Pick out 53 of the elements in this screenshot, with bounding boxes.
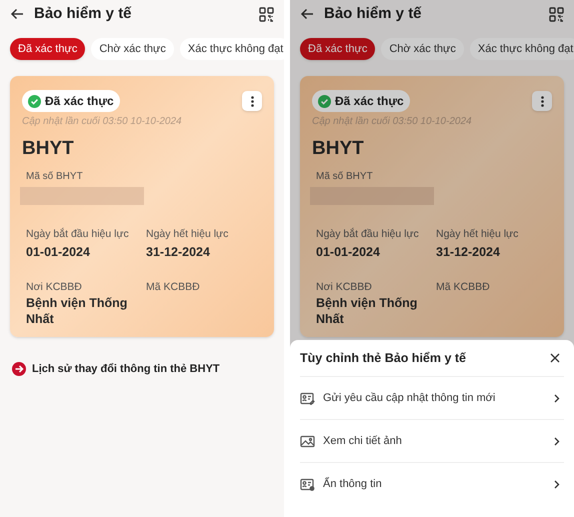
id-card-icon bbox=[300, 478, 315, 490]
field-label: Nơi KCBBĐ bbox=[316, 280, 373, 294]
back-arrow-icon[interactable] bbox=[300, 8, 314, 20]
close-icon[interactable] bbox=[550, 353, 560, 363]
field-label: Ngày bắt đầu hiệu lực bbox=[316, 227, 420, 242]
qr-code-icon[interactable] bbox=[549, 6, 564, 22]
field-label: Mã KCBBĐ bbox=[436, 280, 491, 294]
last-updated: Cập nhật lần cuối 03:50 10-10-2024 bbox=[22, 115, 183, 129]
field-value: Bệnh viện Thống Nhất bbox=[26, 295, 128, 328]
arrow-right-icon bbox=[12, 362, 26, 376]
page-title: Bảo hiểm y tế bbox=[324, 4, 422, 24]
filter-tab[interactable]: Chờ xác thực bbox=[381, 38, 464, 60]
qr-code-icon[interactable] bbox=[259, 6, 274, 22]
filter-tab[interactable]: Chờ xác thực bbox=[91, 38, 174, 60]
status-text: Đã xác thực bbox=[45, 93, 114, 110]
menu-item[interactable]: Xem chi tiết ảnh bbox=[300, 419, 564, 462]
filter-tab[interactable]: Xác thực không đạt bbox=[470, 38, 574, 60]
card-type: BHYT bbox=[22, 137, 75, 161]
more-icon bbox=[540, 96, 544, 106]
card-type: BHYT bbox=[312, 137, 365, 161]
field-label: Ngày hết hiệu lực bbox=[436, 227, 520, 242]
image-icon bbox=[300, 434, 315, 448]
history-link[interactable]: Lịch sử thay đổi thông tin thẻ BHYT bbox=[12, 361, 272, 378]
last-updated: Cập nhật lần cuối 03:50 10-10-2024 bbox=[312, 115, 473, 129]
id-card-icon bbox=[300, 392, 315, 404]
back-arrow-icon[interactable] bbox=[10, 8, 24, 20]
more-button[interactable] bbox=[242, 91, 262, 111]
field-label: Ngày bắt đầu hiệu lực bbox=[26, 227, 130, 242]
check-icon bbox=[28, 94, 41, 108]
field-value: 31-12-2024 bbox=[146, 244, 211, 261]
field-label: Mã số BHYT bbox=[26, 170, 84, 184]
status-text: Đã xác thực bbox=[335, 93, 404, 110]
field-label: Mã số BHYT bbox=[316, 170, 374, 184]
field-value: Bệnh viện Thống Nhất bbox=[316, 295, 418, 328]
field-value: 01-01-2024 bbox=[316, 244, 381, 261]
sheet-title: Tùy chỉnh thẻ Bảo hiểm y tế bbox=[300, 350, 466, 367]
menu-item[interactable]: Ẩn thông tin bbox=[300, 462, 564, 505]
chevron-right-icon bbox=[554, 480, 560, 488]
menu-item[interactable]: Gửi yêu cầu cập nhật thông tin mới bbox=[300, 376, 564, 419]
field-label: Ngày hết hiệu lực bbox=[146, 227, 230, 242]
field-label: Mã KCBBĐ bbox=[146, 280, 201, 294]
field-label: Nơi KCBBĐ bbox=[26, 280, 83, 294]
filter-tab[interactable]: Đã xác thực bbox=[10, 38, 86, 60]
page-title: Bảo hiểm y tế bbox=[34, 4, 132, 24]
chevron-right-icon bbox=[554, 394, 560, 402]
filter-tab[interactable]: Đã xác thực bbox=[300, 38, 376, 60]
field-value: 31-12-2024 bbox=[436, 244, 501, 261]
check-icon bbox=[318, 94, 331, 108]
more-icon bbox=[250, 96, 254, 106]
more-button[interactable] bbox=[532, 91, 552, 111]
field-value: 01-01-2024 bbox=[26, 244, 91, 261]
chevron-right-icon bbox=[554, 436, 560, 446]
filter-tab[interactable]: Xác thực không đạt bbox=[180, 38, 284, 60]
